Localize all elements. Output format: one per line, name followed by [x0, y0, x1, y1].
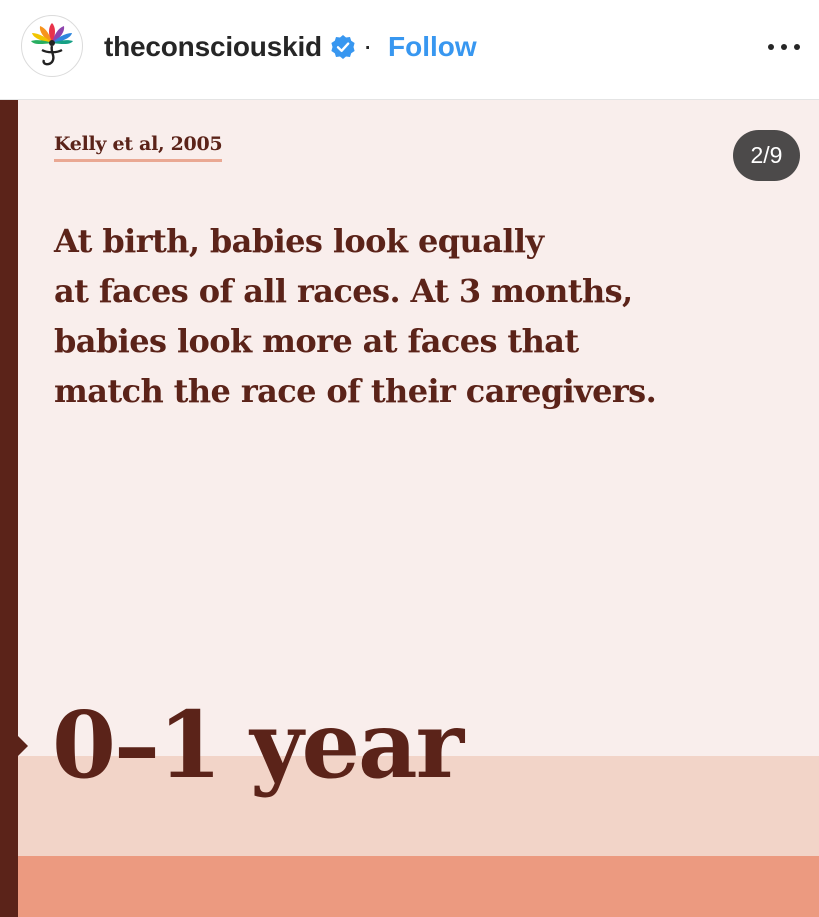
body-line: at faces of all races. At 3 months, [54, 272, 633, 310]
lotus-logo-icon [31, 23, 73, 66]
body-line: match the race of their caregivers. [54, 372, 657, 410]
avatar[interactable] [21, 15, 83, 77]
more-options-icon[interactable] [764, 34, 804, 60]
body-line: babies look more at faces that [54, 322, 579, 360]
slide-counter-badge: 2/9 [733, 130, 800, 181]
post-header: theconsciouskid · Follow [0, 0, 819, 100]
separator-dot: · [363, 30, 373, 61]
citation-label: Kelly et al, 2005 [54, 132, 223, 162]
post-image[interactable]: Kelly et al, 2005 At birth, babies look … [0, 100, 819, 917]
follow-button[interactable]: Follow [388, 31, 477, 63]
post-body-text: At birth, babies look equally at faces o… [54, 216, 754, 416]
orange-band [18, 856, 819, 917]
username-link[interactable]: theconsciouskid [104, 31, 322, 63]
age-range-title: 0–1 year [52, 691, 464, 799]
left-accent-bar [0, 100, 18, 917]
body-line: At birth, babies look equally [54, 222, 544, 260]
verified-badge-icon [331, 35, 355, 59]
